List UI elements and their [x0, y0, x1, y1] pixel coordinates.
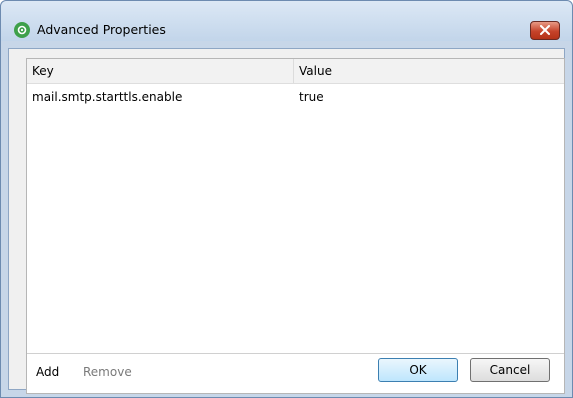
- table-header: Key Value: [27, 59, 564, 84]
- remove-button[interactable]: Remove: [83, 364, 132, 380]
- row-key-cell[interactable]: mail.smtp.starttls.enable: [27, 87, 294, 107]
- close-button[interactable]: [530, 21, 560, 40]
- table-row[interactable]: mail.smtp.starttls.enable true: [27, 87, 564, 107]
- cancel-button[interactable]: Cancel: [470, 358, 550, 382]
- add-button[interactable]: Add: [36, 364, 59, 380]
- row-value-cell[interactable]: true: [294, 87, 564, 107]
- window-title: Advanced Properties: [37, 22, 166, 37]
- properties-table: Key Value mail.smtp.starttls.enable true…: [26, 58, 565, 394]
- column-header-key[interactable]: Key: [27, 59, 294, 83]
- ok-button[interactable]: OK: [378, 358, 458, 382]
- advanced-properties-window: Advanced Properties Key Value mail.smtp.…: [0, 0, 573, 398]
- table-footer-divider: [27, 353, 564, 354]
- close-icon: [539, 24, 551, 38]
- column-header-value[interactable]: Value: [294, 59, 564, 83]
- dialog-body: Key Value mail.smtp.starttls.enable true…: [8, 48, 565, 394]
- app-icon: [14, 22, 30, 38]
- title-bar[interactable]: Advanced Properties: [1, 1, 572, 41]
